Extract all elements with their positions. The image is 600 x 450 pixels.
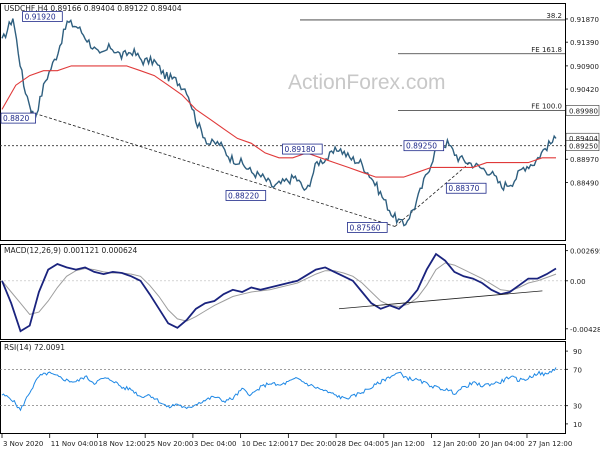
x-tick-label: 17 Dec 20:00 (289, 440, 336, 448)
x-tick-label: 18 Nov 12:00 (98, 440, 145, 448)
y-tick-label: 0.90420 (570, 86, 599, 94)
price-label: 0.87560 (349, 223, 380, 232)
y-tick-label: 0.002695 (570, 248, 600, 256)
watermark: ActionForex.com (288, 71, 446, 94)
y-tick-label: 0.90900 (570, 63, 599, 71)
level-label: 38.2 (546, 12, 562, 20)
price-label: 0.91920 (25, 13, 56, 22)
y-tick-label: 10 (573, 421, 582, 429)
x-tick-label: 10 Dec 12:00 (242, 440, 289, 448)
x-tick-label: 20 Jan 04:00 (480, 440, 524, 448)
x-tick-label: 5 Jan 12:00 (385, 440, 425, 448)
y-tick-label: 70 (573, 366, 582, 374)
price-label: 0.88220 (228, 192, 259, 201)
x-tick-label: 3 Dec 04:00 (194, 440, 237, 448)
x-tick-label: 12 Jan 20:00 (433, 440, 477, 448)
x-tick-label: 11 Nov 04:00 (51, 440, 98, 448)
level-label: FE 161.8 (531, 46, 562, 54)
y-tick-label: 0.91390 (570, 39, 599, 47)
price-label: 0.88370 (448, 184, 479, 193)
price-label: 0.8820 (3, 114, 29, 123)
y-tick-label: -0.004289 (570, 326, 600, 334)
y-tick-label: 0.88970 (570, 156, 599, 164)
x-tick-label: 28 Dec 04:00 (337, 440, 384, 448)
level-tag: 0.89250 (569, 143, 598, 151)
rsi-panel-frame (0, 341, 566, 434)
rsi-header: RSI(14) 72.0091 (4, 343, 65, 352)
y-tick-label: 0.88490 (570, 179, 599, 187)
level-label: FE 100.0 (531, 102, 562, 110)
price-label: 0.89180 (285, 145, 316, 154)
price-label: 0.89250 (406, 142, 437, 151)
x-tick-label: 3 Nov 2020 (3, 440, 43, 448)
x-tick-label: 27 Jan 12:00 (528, 440, 572, 448)
forex-chart: ActionForex.com USDCHF,H4 0.89166 0.8940… (0, 3, 600, 448)
axes: 3 Nov 2020 11 Nov 04:00 18 Nov 12:00 25 Nov… (1, 434, 572, 448)
y-tick-label: 90 (573, 348, 582, 356)
x-tick-label: 25 Nov 20:00 (146, 440, 193, 448)
level-tag: 0.89980 (569, 107, 598, 115)
macd-header: MACD(12,26,9) 0.001121 0.000624 (4, 246, 138, 255)
y-tick-label: 0.00 (570, 278, 586, 286)
macd-panel-frame (0, 244, 566, 340)
y-tick-label: 0.91870 (570, 16, 599, 24)
y-tick-label: 30 (573, 403, 582, 411)
